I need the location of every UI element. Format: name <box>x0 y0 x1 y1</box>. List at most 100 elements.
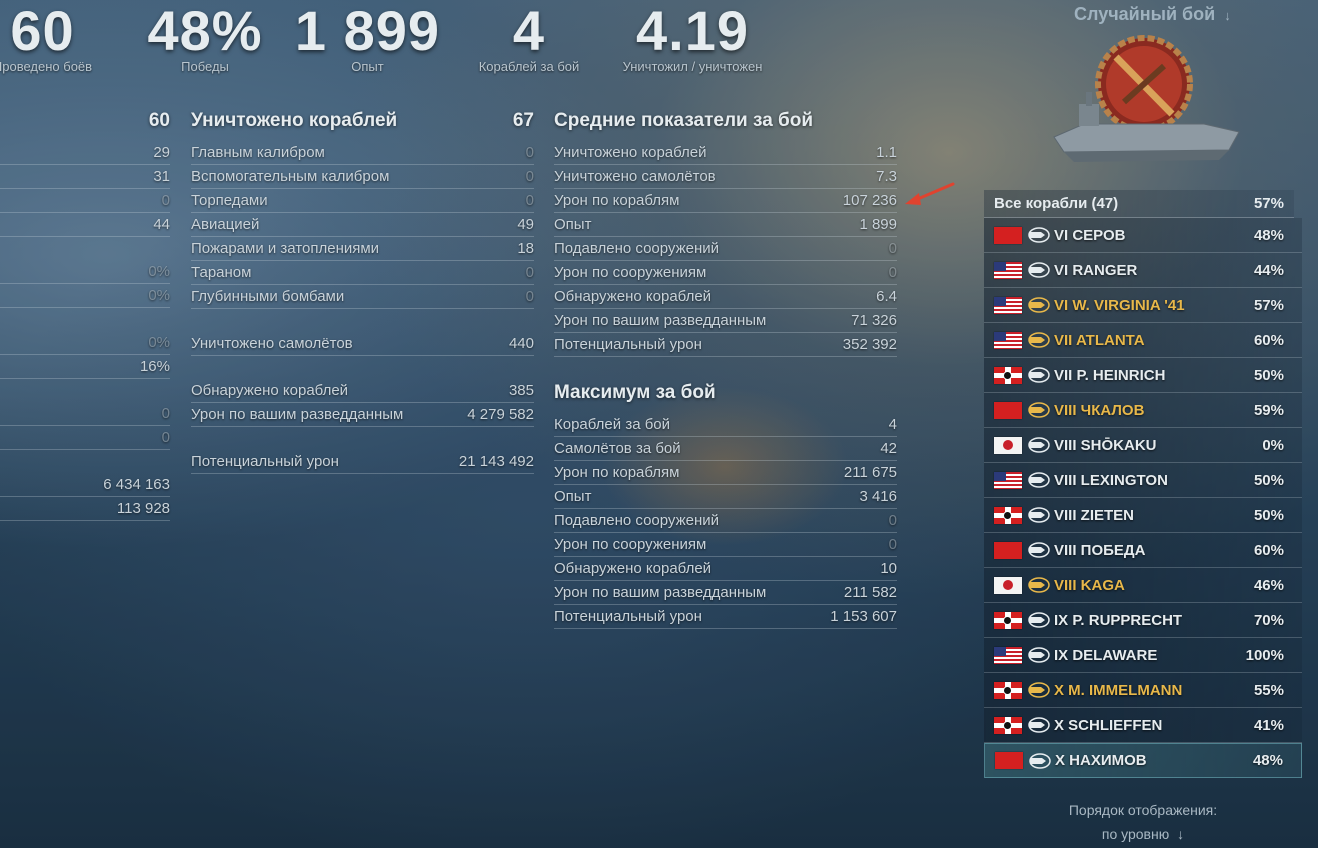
ship-name: VII ATLANTA <box>1054 331 1145 349</box>
ship-winrate: 70% <box>1253 611 1284 629</box>
ship-row[interactable]: VIII ПОБЕДА 60% <box>984 533 1302 568</box>
destroyed-title: Уничтожено кораблей <box>191 110 398 131</box>
general-stat-row: 0 <box>0 189 170 213</box>
destroyed-column: Уничтожено кораблей 67 Главным калибром 0… <box>191 108 534 474</box>
ship-name: VIII ПОБЕДА <box>1054 541 1146 559</box>
ship-row[interactable]: X SCHLIEFFEN 41% <box>984 708 1302 743</box>
general-stat-row: 44 <box>0 213 170 237</box>
ship-winrate: 50% <box>1253 471 1284 489</box>
average-row: Урон по сооружениям 0 <box>554 261 897 285</box>
chevron-down-icon: ↓ <box>1224 8 1231 23</box>
destroyed-row: Торпедами 0 <box>191 189 534 213</box>
ship-row[interactable]: VI RANGER 44% <box>984 253 1302 288</box>
ship-class-icon <box>1026 261 1050 279</box>
average-row: Потенциальный урон 352 392 <box>554 333 897 357</box>
ship-row[interactable]: VII P. HEINRICH 50% <box>984 358 1302 393</box>
ship-row[interactable]: VIII ЧКАЛОВ 59% <box>984 393 1302 428</box>
ship-class-icon <box>1026 471 1050 489</box>
ship-class-icon <box>1026 541 1050 559</box>
flag-jp-icon <box>994 576 1022 594</box>
average-row: Уничтожено кораблей 1.1 <box>554 141 897 165</box>
average-row: Урон по вашим разведданным 71 326 <box>554 309 897 333</box>
summary-kd: 4.19 Уничтожил / уничтожен <box>622 0 763 74</box>
ship-name: X M. IMMELMANN <box>1054 681 1183 699</box>
destroyed-row: Авиацией 49 <box>191 213 534 237</box>
ship-name: VIII KAGA <box>1054 576 1125 594</box>
ship-winrate: 57% <box>1253 296 1284 314</box>
averages-column: Средние показатели за бой Уничтожено кор… <box>554 108 897 629</box>
ship-name: VII P. HEINRICH <box>1054 366 1166 384</box>
summary-wins: 48% Победы <box>147 0 263 74</box>
all-ships-row[interactable]: Все корабли (47) 57% <box>984 190 1294 218</box>
flag-de-icon <box>994 506 1022 524</box>
ship-row[interactable]: VIII KAGA 46% <box>984 568 1302 603</box>
general-stat-row: 0% <box>0 284 170 308</box>
destroyed-total: 67 <box>512 110 534 131</box>
summary-xp: 1 899 Опыт <box>294 0 441 74</box>
maximum-row: Опыт 3 416 <box>554 485 897 509</box>
maximum-row: Кораблей за бой 4 <box>554 413 897 437</box>
flag-de-icon <box>994 366 1022 384</box>
ship-winrate: 0% <box>1262 436 1284 454</box>
general-stat-row: 6 434 163 <box>0 473 170 497</box>
spotted-row: Обнаружено кораблей 385 <box>191 379 534 403</box>
ship-winrate: 60% <box>1253 541 1284 559</box>
ship-row[interactable]: VI СЕРОВ 48% <box>984 218 1302 253</box>
ship-name: X SCHLIEFFEN <box>1054 716 1163 734</box>
ship-class-icon <box>1026 576 1050 594</box>
ship-name: VI W. VIRGINIA '41 <box>1054 296 1185 314</box>
flag-de-icon <box>994 681 1022 699</box>
maximum-row: Урон по сооружениям 0 <box>554 533 897 557</box>
ship-row[interactable]: IX P. RUPPRECHT 70% <box>984 603 1302 638</box>
destroyed-row: Глубинными бомбами 0 <box>191 285 534 309</box>
battle-mode-dropdown[interactable]: Случайный бой ↓ <box>1074 4 1231 25</box>
summary-bar: 60 Проведено боёв 48% Победы 1 899 Опыт … <box>0 0 800 80</box>
average-row: Обнаружено кораблей 6.4 <box>554 285 897 309</box>
destroyed-row: Главным калибром 0 <box>191 141 534 165</box>
ship-name: VIII ZIETEN <box>1054 506 1135 524</box>
ship-class-icon <box>1026 296 1050 314</box>
flag-usa-icon <box>994 331 1022 349</box>
summary-battles: 60 Проведено боёв <box>0 0 93 74</box>
average-row: Опыт 1 899 <box>554 213 897 237</box>
flag-usa-icon <box>994 296 1022 314</box>
ship-row[interactable]: X M. IMMELMANN 55% <box>984 673 1302 708</box>
ship-row[interactable]: VIII ZIETEN 50% <box>984 498 1302 533</box>
ship-row[interactable]: VIII LEXINGTON 50% <box>984 463 1302 498</box>
ship-class-icon <box>1026 401 1050 419</box>
average-row: Урон по кораблям 107 236 <box>554 189 897 213</box>
maximum-title: Максимум за бой <box>554 382 716 403</box>
maximum-row: Обнаружено кораблей 10 <box>554 557 897 581</box>
general-stat-row: 31 <box>0 165 170 189</box>
sort-order-label: Порядок отображения: <box>1068 802 1218 818</box>
ship-class-icon <box>1026 331 1050 349</box>
maximum-row: Самолётов за бой 42 <box>554 437 897 461</box>
flag-de-icon <box>994 611 1022 629</box>
general-stat-row: 113 928 <box>0 497 170 521</box>
general-stat-row: 0 <box>0 426 170 450</box>
scout-damage-row: Урон по вашим разведданным 4 279 582 <box>191 403 534 427</box>
ship-row[interactable]: VIII SHŌKAKU 0% <box>984 428 1302 463</box>
ship-row[interactable]: X НАХИМОВ 48% <box>984 743 1302 778</box>
ship-winrate: 44% <box>1253 261 1284 279</box>
sort-order: Порядок отображения: по уровню ↓ <box>984 798 1302 846</box>
ship-row[interactable]: VII ATLANTA 60% <box>984 323 1302 358</box>
ship-class-icon <box>1026 716 1050 734</box>
ship-row[interactable]: VI W. VIRGINIA '41 57% <box>984 288 1302 323</box>
sort-order-dropdown[interactable]: по уровню ↓ <box>984 822 1302 846</box>
ship-name: VI СЕРОВ <box>1054 226 1126 244</box>
average-row: Подавлено сооружений 0 <box>554 237 897 261</box>
annotation-arrow-icon <box>905 182 955 205</box>
flag-usa-icon <box>994 646 1022 664</box>
general-stat-row: 0% <box>0 331 170 355</box>
ship-name: IX DELAWARE <box>1054 646 1158 664</box>
general-head-value: 60 <box>148 110 170 131</box>
ship-class-icon <box>1026 366 1050 384</box>
ship-class-icon <box>1026 226 1050 244</box>
ship-row[interactable]: IX DELAWARE 100% <box>984 638 1302 673</box>
ship-name: IX P. RUPPRECHT <box>1054 611 1183 629</box>
ship-winrate: 100% <box>1245 646 1284 664</box>
chevron-down-icon: ↓ <box>1177 826 1185 842</box>
ship-winrate: 55% <box>1253 681 1284 699</box>
ship-class-icon <box>1026 506 1050 524</box>
